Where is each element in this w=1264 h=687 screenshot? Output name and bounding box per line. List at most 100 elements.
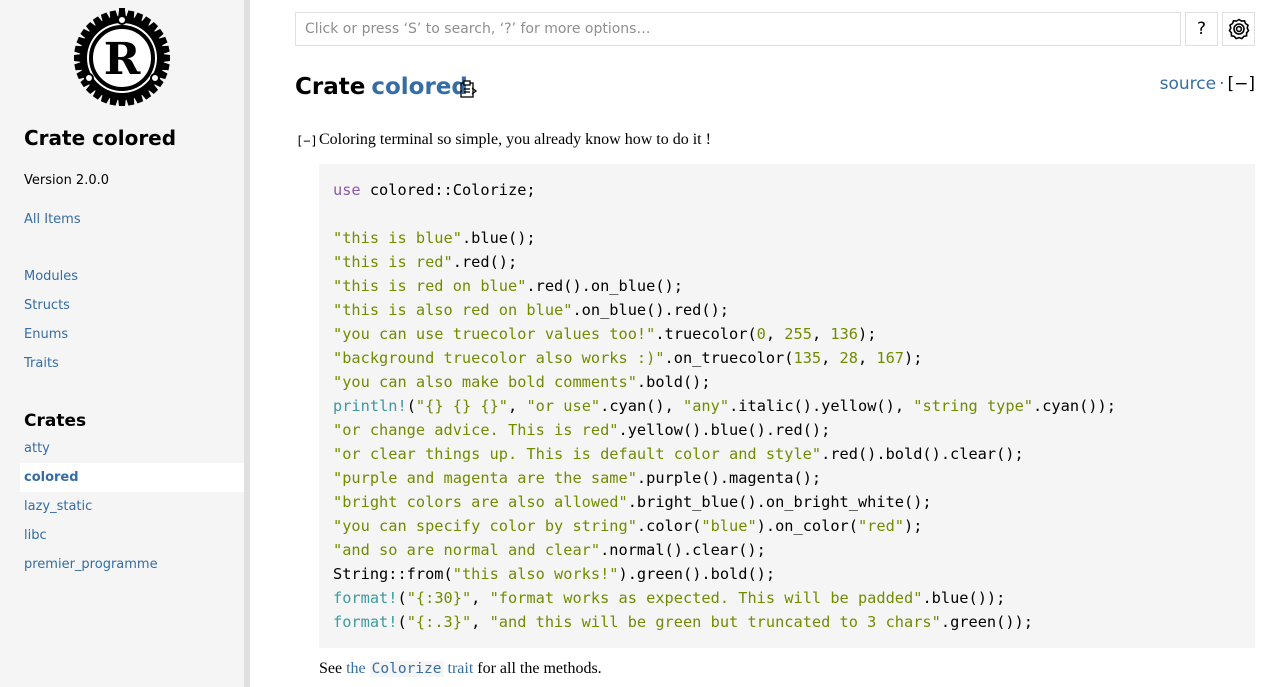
code-token: .on_blue().red(); xyxy=(572,301,730,319)
code-line: "purple and magenta are the same".purple… xyxy=(333,466,1241,490)
code-token: ); xyxy=(904,517,923,535)
code-token: 28 xyxy=(839,349,858,367)
code-token: ( xyxy=(397,589,407,607)
code-token: String::from( xyxy=(333,565,453,583)
code-line: "background truecolor also works :)".on_… xyxy=(333,346,1241,370)
code-line: "and so are normal and clear".normal().c… xyxy=(333,538,1241,562)
code-token: 167 xyxy=(876,349,905,367)
code-token: "purple and magenta are the same" xyxy=(333,469,637,487)
colorize-link-trait: trait xyxy=(447,660,474,677)
separator-dot: · xyxy=(1219,74,1225,94)
code-token: .italic().yellow(), xyxy=(729,397,914,415)
code-line: "bright colors are also allowed".bright_… xyxy=(333,490,1241,514)
code-token: "red" xyxy=(857,517,905,535)
page-title-crate-link[interactable]: colored xyxy=(371,74,468,100)
code-token: , xyxy=(765,325,785,343)
code-token: "this is red" xyxy=(333,253,453,271)
code-example-block: use colored::Colorize;"this is blue".blu… xyxy=(319,164,1255,648)
code-token: use xyxy=(333,181,361,199)
code-token: "any" xyxy=(683,397,730,415)
code-token: println! xyxy=(333,397,407,415)
code-token: , xyxy=(857,349,877,367)
code-token: .truecolor( xyxy=(655,325,757,343)
sidebar-resizer[interactable] xyxy=(244,0,250,687)
code-token: , xyxy=(471,613,490,631)
crate-item-lazy-static[interactable]: lazy_static xyxy=(20,492,244,521)
code-token: .purple().magenta(); xyxy=(636,469,822,487)
code-line: String::from("this also works!").green()… xyxy=(333,562,1241,586)
code-token: "{:30}" xyxy=(406,589,472,607)
code-token: ); xyxy=(904,349,923,367)
code-token: "or clear things up. This is default col… xyxy=(333,445,822,463)
code-token: .blue()); xyxy=(922,589,1006,607)
code-token: .cyan(), xyxy=(600,397,684,415)
svg-text:R: R xyxy=(104,34,141,85)
heading-actions: source · [−] xyxy=(1160,74,1255,94)
code-token: "{} {} {}" xyxy=(415,397,509,415)
help-button[interactable]: ? xyxy=(1185,12,1218,46)
code-line: "or clear things up. This is default col… xyxy=(333,442,1241,466)
all-items-link[interactable]: All Items xyxy=(24,212,81,227)
code-line: "you can also make bold comments".bold()… xyxy=(333,370,1241,394)
source-link[interactable]: source xyxy=(1160,74,1216,94)
see-suffix: for all the methods. xyxy=(477,660,602,677)
code-token: colored::Colorize; xyxy=(360,181,536,199)
page-title: Crate colored xyxy=(295,74,468,100)
code-token: "you can use truecolor values too!" xyxy=(333,325,656,343)
code-token: "format works as expected. This will be … xyxy=(489,589,923,607)
code-token: .blue(); xyxy=(461,229,536,247)
code-token: ).on_color( xyxy=(756,517,858,535)
code-token: format! xyxy=(333,613,398,631)
crate-item-colored[interactable]: colored xyxy=(20,463,244,492)
code-token: "you can also make bold comments" xyxy=(333,373,637,391)
code-token: "or change advice. This is red" xyxy=(333,421,619,439)
code-token: , xyxy=(471,589,490,607)
code-token: "{:.3}" xyxy=(406,613,472,631)
code-token: "background truecolor also works :)" xyxy=(333,349,665,367)
code-token: .on_truecolor( xyxy=(664,349,794,367)
code-line: "this is red on blue".red().on_blue(); xyxy=(333,274,1241,298)
code-token: "bright colors are also allowed" xyxy=(333,493,628,511)
see-also-paragraph: See the Colorize trait for all the metho… xyxy=(319,660,602,678)
code-line: "you can use truecolor values too!".true… xyxy=(333,322,1241,346)
code-token: "or use" xyxy=(526,397,601,415)
code-token: .bright_blue().on_bright_white(); xyxy=(627,493,932,511)
code-token: "string type" xyxy=(913,397,1034,415)
code-line: format!("{:.3}", "and this will be green… xyxy=(333,610,1241,634)
code-token: .red(); xyxy=(452,253,518,271)
rust-logo[interactable]: R xyxy=(72,8,172,108)
code-token: .cyan()); xyxy=(1033,397,1116,415)
code-token: ( xyxy=(406,397,416,415)
code-token: 135 xyxy=(793,349,822,367)
code-line: "this is also red on blue".on_blue().red… xyxy=(333,298,1241,322)
settings-button[interactable] xyxy=(1222,12,1255,46)
code-line: "this is red".red(); xyxy=(333,250,1241,274)
colorize-link-code: Colorize xyxy=(369,661,444,677)
code-token: "this also works!" xyxy=(452,565,619,583)
sidebar-item-traits[interactable]: Traits xyxy=(24,356,59,371)
sidebar-item-modules[interactable]: Modules xyxy=(24,269,78,284)
code-token: "blue" xyxy=(701,517,757,535)
code-token: , xyxy=(811,325,831,343)
code-line: "this is blue".blue(); xyxy=(333,226,1241,250)
colorize-trait-link[interactable]: the Colorize trait xyxy=(346,660,473,677)
code-token: 255 xyxy=(784,325,812,343)
code-token: "and so are normal and clear" xyxy=(333,541,601,559)
code-line: format!("{:30}", "format works as expect… xyxy=(333,586,1241,610)
crate-item-premier-programme[interactable]: premier_programme xyxy=(20,550,244,579)
sidebar-item-enums[interactable]: Enums xyxy=(24,327,68,342)
copy-path-icon[interactable] xyxy=(458,79,478,99)
code-token: "you can specify color by string" xyxy=(333,517,637,535)
code-line: use colored::Colorize; xyxy=(333,178,1241,202)
sidebar-item-structs[interactable]: Structs xyxy=(24,298,70,313)
toggle-all-docs-button[interactable]: [−] xyxy=(1227,74,1255,94)
collapse-docblock-toggle[interactable]: [−] xyxy=(296,134,318,148)
search-input[interactable] xyxy=(295,12,1181,46)
crate-item-atty[interactable]: atty xyxy=(20,434,244,463)
code-token: "this is also red on blue" xyxy=(333,301,573,319)
code-token: format! xyxy=(333,589,398,607)
crate-item-libc[interactable]: libc xyxy=(20,521,244,550)
code-token: .color( xyxy=(636,517,702,535)
code-line: "or change advice. This is red".yellow()… xyxy=(333,418,1241,442)
